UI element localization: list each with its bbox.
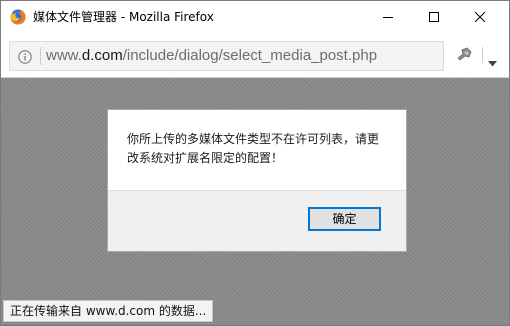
title-bar[interactable]: 媒体文件管理器 - Mozilla Firefox — [1, 1, 509, 33]
minimize-button[interactable] — [365, 1, 411, 33]
maximize-icon — [429, 12, 439, 22]
info-icon[interactable] — [18, 49, 32, 64]
url-path: /include/dialog/select_media_post.php — [122, 47, 378, 64]
window-title: 媒体文件管理器 - Mozilla Firefox — [33, 10, 214, 24]
pin-icon[interactable] — [456, 46, 474, 62]
ok-button[interactable]: 确定 — [308, 207, 381, 231]
status-bar: 正在传输来自 www.d.com 的数据... — [3, 300, 214, 322]
chevron-down-icon[interactable] — [488, 52, 497, 67]
url-text[interactable]: www.d.com/include/dialog/select_media_po… — [46, 47, 377, 65]
page-content-overlay: 你所上传的多媒体文件类型不在许可列表，请更改系统对扩展名限定的配置！ 确定 正在… — [1, 78, 509, 325]
url-host: d.com — [81, 47, 123, 64]
maximize-button[interactable] — [411, 1, 457, 33]
toolbar-divider — [482, 47, 483, 63]
address-bar: www.d.com/include/dialog/select_media_po… — [1, 33, 509, 78]
dialog-message: 你所上传的多媒体文件类型不在许可列表，请更改系统对扩展名限定的配置！ — [127, 132, 380, 165]
close-button[interactable] — [457, 1, 503, 33]
minimize-icon — [383, 17, 393, 18]
url-divider — [40, 47, 41, 65]
browser-window: 媒体文件管理器 - Mozilla Firefox www.d.com/incl… — [0, 0, 510, 326]
firefox-icon — [10, 9, 26, 25]
url-field[interactable]: www.d.com/include/dialog/select_media_po… — [9, 41, 444, 71]
dialog-footer: 确定 — [108, 190, 406, 251]
url-prefix: www. — [46, 47, 82, 64]
alert-dialog: 你所上传的多媒体文件类型不在许可列表，请更改系统对扩展名限定的配置！ 确定 — [107, 109, 407, 252]
close-icon — [475, 12, 485, 22]
